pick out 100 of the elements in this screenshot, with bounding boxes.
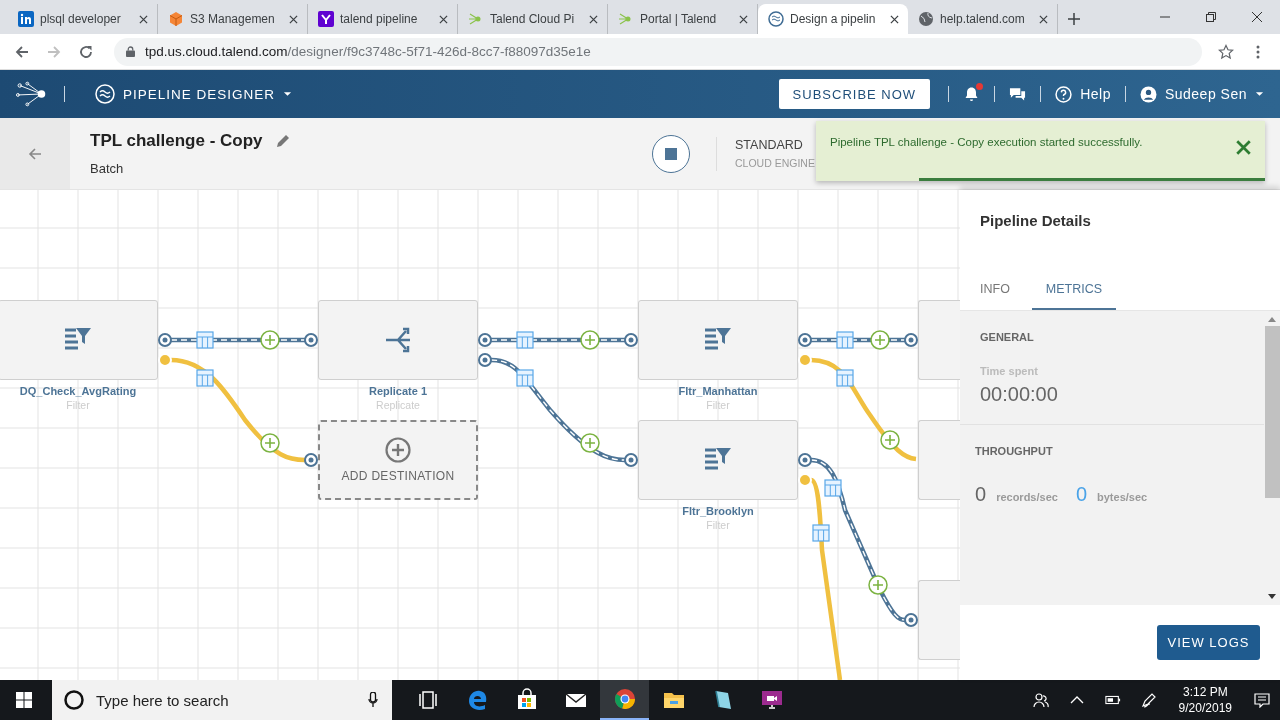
plus-icon[interactable] [1068, 13, 1080, 25]
subscribe-button[interactable]: SUBSCRIBE NOW [778, 79, 931, 109]
pipeline-mode: Batch [90, 161, 125, 176]
user-menu[interactable]: Sudeep Sen [1139, 85, 1264, 103]
pen-icon[interactable] [1140, 692, 1157, 708]
linkedin-icon [18, 11, 34, 27]
help-button[interactable]: Help [1055, 85, 1111, 103]
view-logs-button[interactable]: VIEW LOGS [1157, 625, 1260, 660]
scroll-thumb[interactable] [1264, 326, 1280, 498]
tab-title: S3 Managemen [190, 12, 276, 26]
port-dot[interactable] [904, 333, 918, 347]
connector-line[interactable] [490, 337, 626, 343]
close-icon[interactable] [439, 14, 448, 24]
split-arrow-icon [384, 327, 412, 353]
waves-icon [95, 84, 115, 104]
stop-button[interactable] [652, 134, 690, 173]
node-card[interactable] [0, 300, 158, 380]
browser-tab[interactable]: Talend Cloud Pi [458, 4, 608, 34]
add-icon[interactable] [580, 330, 600, 350]
add-icon[interactable] [260, 433, 280, 453]
scroll-down-icon[interactable] [1268, 594, 1276, 599]
reload-icon[interactable] [78, 43, 94, 60]
engine-name: STANDARD [735, 138, 804, 152]
user-icon [1139, 85, 1157, 103]
tab-title: Talend Cloud Pi [490, 12, 576, 26]
close-icon[interactable] [890, 14, 899, 24]
node-name: Replicate 1 [368, 385, 428, 397]
taskbar-clock[interactable]: 3:12 PM 9/20/2019 [1178, 684, 1232, 716]
node-name: Fltr_Manhattan [678, 385, 758, 397]
taskbar-app[interactable] [600, 680, 649, 720]
help-icon [1055, 85, 1073, 103]
add-destination-button[interactable]: ADD DESTINATION [318, 420, 478, 500]
port-dot[interactable] [798, 453, 812, 467]
address-field[interactable]: tpd.us.cloud.talend.com/designer/f9c3748c-5f71-426d-8cc7-f88097d35e1e [114, 37, 1202, 66]
tab-title: Portal | Talend [640, 12, 718, 26]
notification-icon[interactable] [1254, 692, 1270, 708]
dataset-icon[interactable] [824, 479, 842, 497]
browser-tab[interactable]: S3 Managemen [158, 4, 308, 34]
node-card[interactable] [918, 300, 960, 380]
scroll-up-icon[interactable] [1268, 317, 1276, 322]
close-icon[interactable] [1236, 140, 1251, 155]
restore-icon[interactable] [1206, 12, 1216, 22]
port-dot[interactable] [478, 353, 492, 367]
node-card[interactable] [918, 420, 960, 500]
browser-tab[interactable]: Design a pipelin [758, 4, 908, 34]
add-icon [385, 437, 411, 463]
section-heading: GENERAL [980, 331, 1035, 343]
connector-line[interactable] [170, 337, 306, 343]
node-card[interactable] [638, 420, 798, 500]
chat-icon[interactable] [1009, 86, 1027, 102]
add-icon[interactable] [580, 433, 600, 453]
node-card[interactable] [318, 300, 478, 380]
metric-value: 0 [1075, 483, 1087, 506]
port-dot[interactable] [624, 453, 638, 467]
filter-icon [704, 447, 732, 473]
pipeline-title: TPL challenge - Copy [90, 131, 263, 151]
search-field[interactable]: Type here to search [52, 680, 392, 720]
section-heading: THROUGHPUT [975, 445, 1054, 457]
microphone-icon[interactable] [368, 692, 378, 708]
port-dot[interactable] [624, 333, 638, 347]
tab-title: talend pipeline [340, 12, 419, 26]
close-icon[interactable] [1252, 12, 1262, 22]
add-icon[interactable] [260, 330, 280, 350]
circle-icon [64, 690, 84, 710]
tab-title: help.talend.com [940, 12, 1026, 26]
close-icon[interactable] [1039, 14, 1048, 24]
connector-line[interactable] [810, 457, 906, 623]
panel-title: Pipeline Details [980, 211, 1091, 229]
close-icon[interactable] [739, 14, 748, 24]
caret-icon [1255, 91, 1264, 97]
port-dot[interactable] [304, 453, 318, 467]
port-dot[interactable] [478, 333, 492, 347]
node-card[interactable] [638, 300, 798, 380]
dataset-icon[interactable] [516, 369, 534, 387]
node-card[interactable] [918, 580, 960, 660]
back-icon[interactable] [14, 43, 30, 60]
port-dot[interactable] [304, 333, 318, 347]
add-icon[interactable] [868, 575, 888, 595]
connector-line[interactable] [490, 357, 626, 463]
pencil-icon[interactable] [274, 133, 291, 149]
tab-title: plsql developer [40, 12, 122, 26]
add-icon[interactable] [880, 430, 900, 450]
close-icon[interactable] [589, 14, 598, 24]
url-text: tpd.us.cloud.talend.com/designer/f9c3748c-5f71-426d-8cc7-f88097d35e1e [145, 44, 591, 59]
browser-tab[interactable]: talend pipeline [308, 4, 458, 34]
product-menu[interactable]: PIPELINE DESIGNER [95, 84, 293, 104]
panel-tab[interactable]: INFO [970, 282, 1020, 310]
close-icon[interactable] [139, 14, 148, 24]
port-dot[interactable] [798, 333, 812, 347]
add-icon[interactable] [870, 330, 890, 350]
port-dot[interactable] [158, 333, 172, 347]
browser-tab[interactable]: help.talend.com [908, 4, 1058, 34]
caret-icon [283, 91, 293, 97]
browser-tab[interactable]: plsql developer [8, 4, 158, 34]
star-icon[interactable] [1218, 43, 1234, 60]
close-icon[interactable] [289, 14, 298, 24]
port-dot[interactable] [904, 613, 918, 627]
windows-icon[interactable] [16, 692, 32, 708]
people-icon[interactable] [1032, 692, 1049, 708]
back-icon[interactable] [27, 145, 43, 162]
